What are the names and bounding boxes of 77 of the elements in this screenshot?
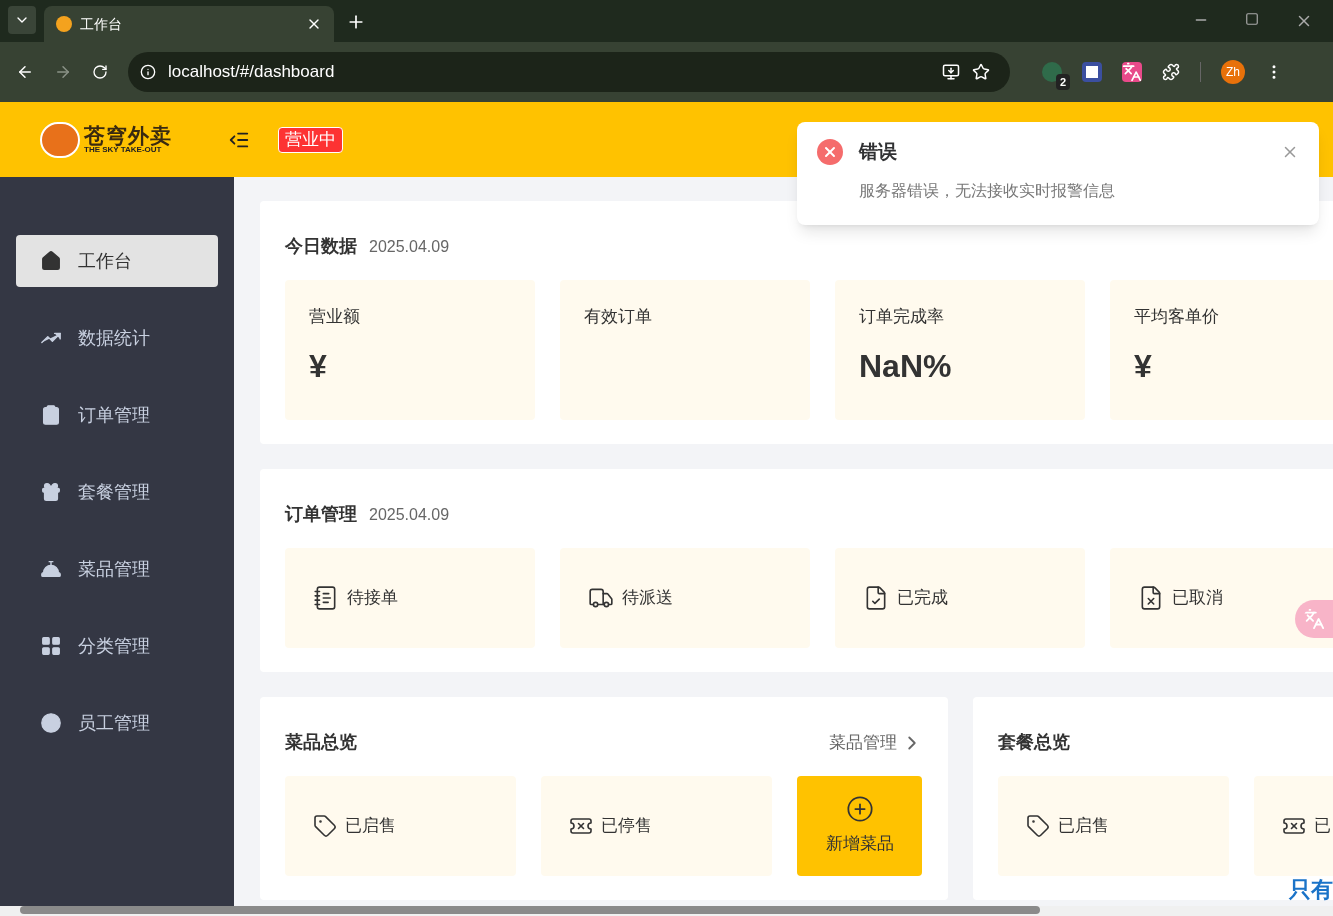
order-status-card[interactable]: 待派送 [560, 548, 810, 648]
install-icon[interactable] [942, 63, 960, 81]
sidebar-item[interactable]: 菜品管理 [16, 543, 218, 595]
order-status-card[interactable]: 已完成 [835, 548, 1085, 648]
stat-label: 营业额 [309, 306, 361, 328]
maximize-icon[interactable] [1245, 12, 1259, 26]
toast-message: 服务器错误，无法接收实时报警信息 [859, 180, 1116, 201]
extension-badge: 2 [1055, 73, 1070, 90]
order-status-card[interactable]: 已取消 [1110, 548, 1333, 648]
card-label: 待接单 [347, 587, 398, 610]
section-title: 今日数据 [285, 235, 357, 258]
bell-icon [40, 558, 62, 580]
card-label: 已启售 [1058, 815, 1109, 838]
status-card[interactable]: 已启售 [285, 776, 516, 876]
stat-value: NaN% [859, 346, 953, 386]
sidebar-label: 工作台 [78, 249, 132, 273]
order-status-card[interactable]: 待接单 [285, 548, 535, 648]
sidebar-item[interactable]: 订单管理 [16, 389, 218, 441]
sidebar-item[interactable]: 工作台 [16, 235, 218, 287]
tag-icon [313, 814, 337, 838]
sidebar-label: 数据统计 [78, 326, 150, 350]
sidebar-label: 分类管理 [78, 634, 150, 658]
section-title: 套餐总览 [998, 731, 1070, 754]
card-label: 已 [1314, 815, 1331, 838]
toast-title: 错误 [859, 140, 898, 164]
section-title: 订单管理 [285, 503, 357, 526]
status-badge: 营业中 [278, 126, 344, 153]
browser-tab[interactable]: 工作台 [44, 6, 334, 42]
clipboard-icon [40, 404, 62, 426]
logo-subtitle: THE SKY TAKE-OUT [84, 146, 162, 154]
sidebar-label: 菜品管理 [78, 557, 150, 581]
sidebar-item[interactable]: 分类管理 [16, 620, 218, 672]
status-card[interactable]: 已停售 [541, 776, 772, 876]
card-label: 待派送 [622, 587, 673, 610]
grid-icon [40, 635, 62, 657]
translate-icon[interactable] [1122, 62, 1142, 82]
stat-label: 平均客单价 [1134, 306, 1220, 328]
sidebar-label: 套餐管理 [78, 480, 150, 504]
extension-icon[interactable] [1082, 62, 1102, 82]
url-text: localhost/#/dashboard [168, 61, 336, 84]
sidebar-label: 员工管理 [78, 711, 150, 735]
reload-icon[interactable] [92, 64, 108, 80]
sidebar-item[interactable]: 员工管理 [16, 697, 218, 749]
section-date: 2025.04.09 [369, 505, 450, 525]
stat-label: 订单完成率 [859, 306, 945, 328]
stat-value: ¥ [1134, 346, 1153, 386]
tab-list-button[interactable] [8, 6, 36, 34]
card-label: 已完成 [897, 587, 948, 610]
stat-value: ¥ [309, 346, 328, 386]
status-card[interactable]: 已启售 [998, 776, 1229, 876]
extensions-icon[interactable] [1162, 63, 1180, 81]
tag-icon [1026, 814, 1050, 838]
status-card[interactable]: 已 [1254, 776, 1333, 876]
stat-label: 有效订单 [584, 306, 653, 328]
logo-icon [40, 121, 80, 158]
address-bar[interactable]: localhost/#/dashboard [128, 52, 1010, 92]
sidebar-item[interactable]: 套餐管理 [16, 466, 218, 518]
home-icon [40, 250, 62, 272]
back-icon[interactable] [16, 63, 34, 81]
site-info-icon[interactable] [140, 64, 156, 80]
section-date: 2025.04.09 [369, 237, 450, 257]
bookmark-icon[interactable] [972, 63, 990, 81]
favicon-icon [56, 16, 72, 32]
sidebar-item[interactable]: 数据统计 [16, 312, 218, 364]
gift-icon [40, 481, 62, 503]
card-label: 已取消 [1172, 587, 1223, 610]
card-label: 已启售 [345, 815, 396, 838]
plus-icon [845, 795, 874, 824]
card-label: 已停售 [601, 815, 652, 838]
add-dish-button[interactable]: 新增菜品 [797, 776, 922, 876]
logo-name: 苍穹外卖 [84, 125, 173, 146]
forward-icon[interactable] [54, 63, 72, 81]
tab-title: 工作台 [80, 14, 123, 34]
overlay-text: 只有 [1289, 876, 1333, 904]
section-title: 菜品总览 [285, 731, 357, 754]
sidebar-label: 订单管理 [78, 403, 150, 427]
dish-management-link[interactable]: 菜品管理 [829, 729, 923, 756]
